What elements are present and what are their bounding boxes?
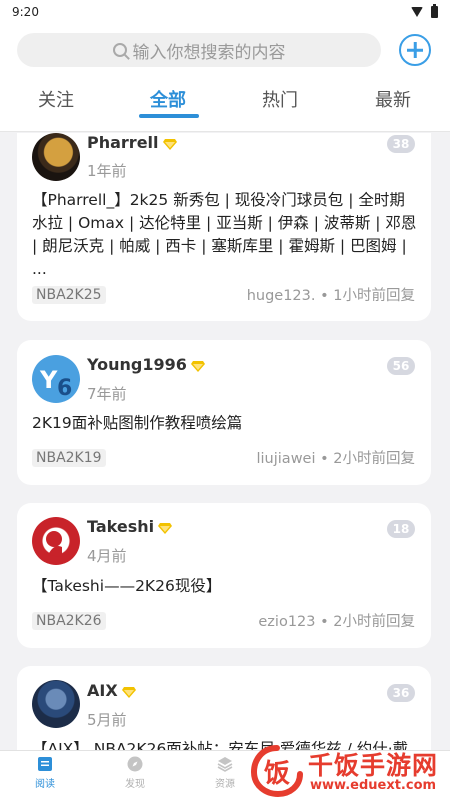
nav-discover[interactable]: 发现	[110, 755, 160, 790]
post-content[interactable]: 2K19面补贴图制作教程喷绘篇	[32, 412, 418, 435]
reply-count-badge: 38	[387, 135, 415, 153]
last-reply: huge123. • 1小时前回复	[246, 288, 415, 304]
reply-count-badge: 18	[387, 520, 415, 538]
post-time: 4月前	[87, 547, 127, 565]
watermark-url: www.eduext.com	[310, 778, 437, 793]
avatar[interactable]	[32, 680, 80, 728]
tab-follow[interactable]: 关注	[16, 86, 96, 112]
search-placeholder: 输入你想搜索的内容	[132, 42, 286, 63]
layers-icon	[217, 757, 233, 772]
reply-count-badge: 36	[387, 684, 415, 702]
nav-resources[interactable]: 资源	[200, 755, 250, 790]
status-bar: 9:20	[0, 0, 450, 24]
nav-read[interactable]: 阅读	[20, 755, 70, 790]
watermark-logo: 饭 千饭手游网 www.eduext.com	[248, 742, 450, 800]
avatar[interactable]	[32, 517, 80, 565]
avatar[interactable]: Y 6	[32, 355, 80, 403]
status-time: 9:20	[12, 5, 39, 19]
post-card[interactable]: Pharrell 1年前 38 【Pharrell_】2k25 新秀包 | 现役…	[17, 133, 431, 321]
watermark-title: 千饭手游网	[308, 751, 439, 780]
svg-text:饭: 饭	[264, 759, 290, 789]
book-icon	[38, 757, 52, 771]
watermark-mark-icon: 饭	[250, 745, 303, 798]
search-input[interactable]: 输入你想搜索的内容	[17, 33, 381, 67]
last-reply: ezio123 • 2小时前回复	[258, 614, 415, 630]
vip-diamond-icon	[158, 522, 173, 534]
post-tag[interactable]: NBA2K19	[32, 448, 106, 467]
post-time: 7年前	[87, 385, 127, 403]
svg-text:Y: Y	[39, 366, 58, 394]
last-reply: liujiawei • 2小时前回复	[256, 451, 416, 467]
vip-diamond-icon	[121, 686, 136, 698]
svg-text:6: 6	[57, 376, 72, 401]
post-card[interactable]: AIX 5月前 36 【AIX】 NBA2K26面补帖：安东尼·爱德华兹 / 约…	[17, 666, 431, 750]
tab-all[interactable]: 全部	[128, 86, 208, 112]
active-tab-indicator	[139, 114, 199, 118]
username[interactable]: AIX	[87, 681, 118, 700]
post-tag[interactable]: NBA2K26	[32, 611, 106, 630]
avatar[interactable]	[32, 133, 80, 181]
username[interactable]: Young1996	[87, 355, 187, 374]
compass-icon	[127, 756, 143, 772]
wifi-icon	[411, 7, 423, 17]
post-time: 1年前	[87, 162, 127, 180]
post-card[interactable]: Takeshi 4月前 18 【Takeshi——2K26现役】 NBA2K26…	[17, 503, 431, 648]
post-card[interactable]: Y 6 Young1996 7年前 56 2K19面补贴图制作教程喷绘篇 NBA…	[17, 340, 431, 485]
vip-diamond-icon	[190, 360, 205, 372]
post-tag[interactable]: NBA2K25	[32, 285, 106, 304]
search-icon	[112, 43, 127, 57]
username[interactable]: Pharrell	[87, 133, 159, 152]
reply-count-badge: 56	[387, 357, 415, 375]
tab-bar: 关注 全部 热门 最新	[0, 76, 450, 132]
post-content[interactable]: 【Takeshi——2K26现役】	[32, 575, 418, 598]
vip-diamond-icon	[162, 138, 177, 150]
post-feed[interactable]: Pharrell 1年前 38 【Pharrell_】2k25 新秀包 | 现役…	[0, 133, 450, 750]
tab-latest[interactable]: 最新	[353, 86, 433, 112]
username[interactable]: Takeshi	[87, 517, 154, 536]
post-time: 5月前	[87, 711, 127, 729]
search-bar: 输入你想搜索的内容	[0, 24, 450, 76]
battery-icon	[431, 4, 438, 18]
post-content[interactable]: 【Pharrell_】2k25 新秀包 | 现役冷门球员包 | 全时期水拉 | …	[32, 189, 418, 281]
add-button[interactable]	[399, 34, 431, 66]
tab-hot[interactable]: 热门	[240, 86, 320, 112]
